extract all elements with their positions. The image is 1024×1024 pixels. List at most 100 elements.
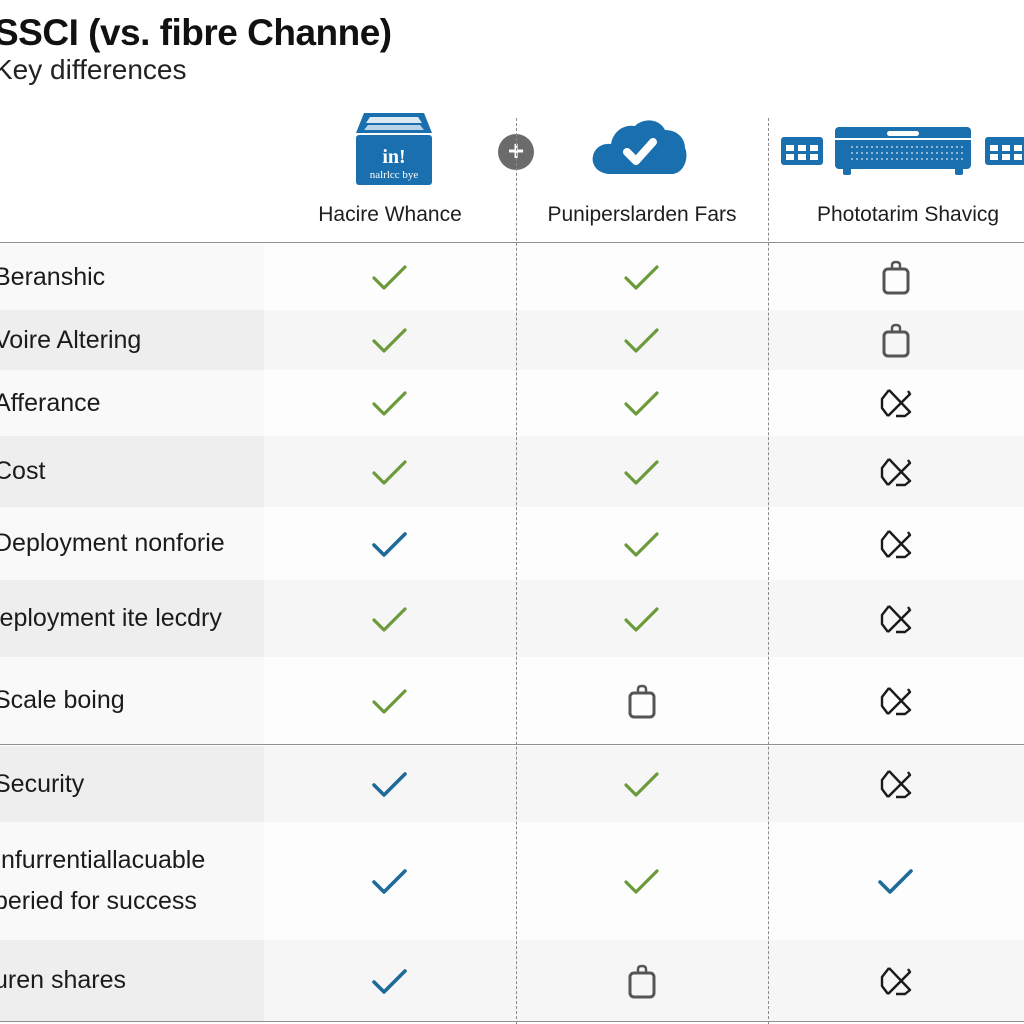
value-cell-1 <box>264 370 516 436</box>
row-label: Deployment nonforie <box>0 507 264 580</box>
row-label-line: Beranshic <box>0 262 106 291</box>
row-label-line: uren shares <box>0 966 127 994</box>
bag-icon <box>882 260 910 295</box>
value-cell-1 <box>264 580 516 657</box>
storage-box-icon: in! nalrlcc bye <box>354 111 434 191</box>
cross-icon <box>880 686 912 715</box>
row-label-line: Cost <box>0 457 46 485</box>
check-green-icon <box>624 531 659 557</box>
row-label: Cost <box>0 436 264 507</box>
value-cell-3 <box>768 310 1024 370</box>
table-row: Security <box>0 746 1024 822</box>
value-cell-3 <box>768 370 1024 436</box>
row-label: Scale boing <box>0 657 264 744</box>
value-cell-2 <box>516 310 768 370</box>
value-cell-1 <box>264 244 516 310</box>
row-label: uren shares <box>0 940 264 1021</box>
value-cell-2 <box>516 436 768 507</box>
check-green-icon <box>372 688 407 714</box>
check-blue-icon <box>372 531 407 557</box>
check-green-icon <box>624 265 659 290</box>
row-label-line: Voire Altering <box>0 325 142 354</box>
check-green-icon <box>624 772 659 797</box>
row-label-line: Security <box>0 769 85 798</box>
bag-icon <box>882 323 910 358</box>
check-blue-icon <box>878 869 913 894</box>
storage-box-icon-text-bottom: nalrlcc bye <box>370 169 419 181</box>
check-green-icon <box>372 328 407 353</box>
check-blue-icon <box>372 968 407 994</box>
check-green-icon <box>624 606 659 632</box>
table-row: Scale boing <box>0 657 1024 744</box>
cross-icon <box>880 966 912 995</box>
table-row: Cost <box>0 436 1024 507</box>
value-cell-1 <box>264 822 516 940</box>
value-cell-3 <box>768 746 1024 822</box>
value-cell-1 <box>264 507 516 580</box>
column-header-1: Hacire Whance <box>318 203 462 226</box>
value-cell-2 <box>516 822 768 940</box>
check-green-icon <box>624 328 659 353</box>
value-cell-1 <box>264 746 516 822</box>
section-divider <box>0 744 1024 745</box>
check-blue-icon <box>372 772 407 797</box>
column-divider-1 <box>516 118 517 1024</box>
value-cell-3 <box>768 580 1024 657</box>
value-cell-3 <box>768 436 1024 507</box>
column-header-3: Phototarim Shavicg <box>816 203 1000 226</box>
row-label-line: Infurrentiallacuable <box>0 846 206 874</box>
row-label: Beranshic <box>0 244 264 310</box>
row-label: leployment ite lecdry <box>0 580 264 657</box>
value-cell-1 <box>264 310 516 370</box>
row-label: Security <box>0 746 264 822</box>
server-rack-icon <box>779 125 1024 182</box>
row-label-line: Scale boing <box>0 686 125 714</box>
row-label-line: peried for success <box>0 887 197 915</box>
value-cell-3 <box>768 940 1024 1021</box>
value-cell-1 <box>264 940 516 1021</box>
value-cell-2 <box>516 370 768 436</box>
cross-icon <box>880 770 912 799</box>
cloud-check-icon <box>591 116 689 181</box>
table-row: Beranshic <box>0 244 1024 310</box>
row-label-line: Deployment nonforie <box>0 529 225 557</box>
value-cell-2 <box>516 580 768 657</box>
column-divider-2 <box>768 118 769 1024</box>
row-label-line: Afferance <box>0 388 101 417</box>
column-header-2: Puniperslarden Fars <box>547 203 737 226</box>
check-green-icon <box>624 459 659 485</box>
row-label-line: leployment ite lecdry <box>0 604 222 632</box>
value-cell-2 <box>516 746 768 822</box>
check-green-icon <box>624 391 659 416</box>
value-cell-3 <box>768 244 1024 310</box>
value-cell-2 <box>516 940 768 1021</box>
value-cell-1 <box>264 436 516 507</box>
row-label: Infurrentiallacuable peried for success <box>0 822 264 940</box>
cross-icon <box>880 389 912 418</box>
value-cell-2 <box>516 657 768 744</box>
value-cell-2 <box>516 507 768 580</box>
cross-icon <box>880 604 912 633</box>
table-row: Infurrentiallacuable peried for success <box>0 822 1024 940</box>
value-cell-2 <box>516 244 768 310</box>
check-green-icon <box>372 459 407 485</box>
check-green-icon <box>372 391 407 416</box>
bag-icon <box>628 964 656 998</box>
value-cell-1 <box>264 657 516 744</box>
storage-box-icon-text-top: in! <box>382 146 405 168</box>
page-title: SSCI (vs. fibre Channe) <box>0 12 392 53</box>
value-cell-3 <box>768 657 1024 744</box>
check-blue-icon <box>372 869 407 894</box>
value-cell-3 <box>768 507 1024 580</box>
cross-icon <box>880 457 912 486</box>
table-row: Voire Altering <box>0 310 1024 370</box>
header-divider <box>0 242 1024 243</box>
bag-icon <box>628 684 656 718</box>
check-green-icon <box>624 869 659 894</box>
table-row: leployment ite lecdry <box>0 580 1024 657</box>
row-label: Afferance <box>0 370 264 436</box>
table-row: Deployment nonforie <box>0 507 1024 580</box>
check-green-icon <box>372 606 407 632</box>
table-row: Afferance <box>0 370 1024 436</box>
value-cell-3 <box>768 822 1024 940</box>
